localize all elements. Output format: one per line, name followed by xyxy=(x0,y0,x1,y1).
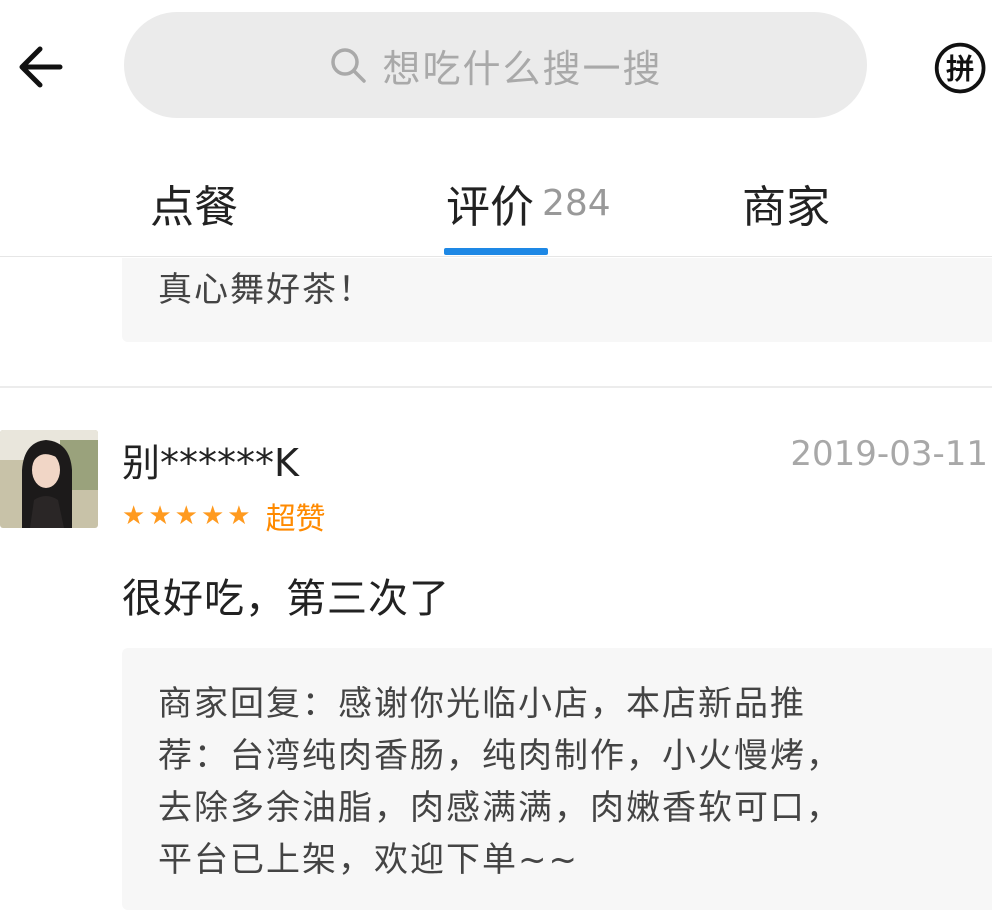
pin-group-glyph: 拼 xyxy=(946,52,974,85)
tab-merchant[interactable]: 商家 xyxy=(742,172,830,234)
merchant-reply-line: 商家回复：感谢你光临小店，本店新品推 xyxy=(158,684,806,724)
back-button[interactable] xyxy=(14,40,68,94)
tabs-divider xyxy=(0,256,992,257)
tab-order-label: 点餐 xyxy=(150,182,238,233)
merchant-reply-line: 荐：台湾纯肉香肠，纯肉制作，小火慢烤， xyxy=(158,736,842,776)
review-divider xyxy=(0,386,992,388)
arrow-left-icon xyxy=(19,46,63,88)
star-icon: ★ xyxy=(227,501,251,531)
user-avatar[interactable] xyxy=(0,430,98,528)
tab-order[interactable]: 点餐 xyxy=(150,172,238,234)
star-icon: ★ xyxy=(174,501,198,531)
search-icon xyxy=(328,45,368,85)
search-bar[interactable]: 想吃什么搜一搜 xyxy=(124,12,867,118)
review-count: 284 xyxy=(542,182,611,224)
pin-group-icon[interactable]: 拼 xyxy=(932,38,992,98)
search-placeholder: 想吃什么搜一搜 xyxy=(382,46,663,91)
reviewer-name: 别******K xyxy=(122,441,299,485)
merchant-reply-line: 平台已上架，欢迎下单~~ xyxy=(158,840,579,880)
active-tab-indicator xyxy=(444,248,548,255)
star-icon: ★ xyxy=(148,501,172,531)
review-text: 很好吃，第三次了 xyxy=(122,576,450,622)
star-rating: ★ ★ ★ ★ ★ xyxy=(122,503,254,529)
tab-merchant-label: 商家 xyxy=(742,182,830,233)
tab-reviews[interactable]: 评价 284 xyxy=(446,172,611,234)
merchant-reply: 商家回复：感谢你光临小店，本店新品推 荐：台湾纯肉香肠，纯肉制作，小火慢烤， 去… xyxy=(122,648,992,910)
previous-reply-text: 真心舞好茶！ xyxy=(158,270,374,310)
rating: ★ ★ ★ ★ ★ 超赞 xyxy=(122,494,326,538)
star-icon: ★ xyxy=(122,501,146,531)
merchant-reply-line: 去除多余油脂，肉感满满，肉嫩香软可口， xyxy=(158,788,842,828)
review-date: 2019-03-11 xyxy=(790,434,988,474)
star-icon: ★ xyxy=(200,501,225,531)
review-page: 想吃什么搜一搜 拼 点餐 评价 284 商家 真心舞好茶！ 别******K 2… xyxy=(0,0,992,916)
previous-merchant-reply: 真心舞好茶！ xyxy=(122,258,992,342)
tab-reviews-label: 评价 xyxy=(446,182,534,233)
rating-label: 超赞 xyxy=(265,502,326,537)
